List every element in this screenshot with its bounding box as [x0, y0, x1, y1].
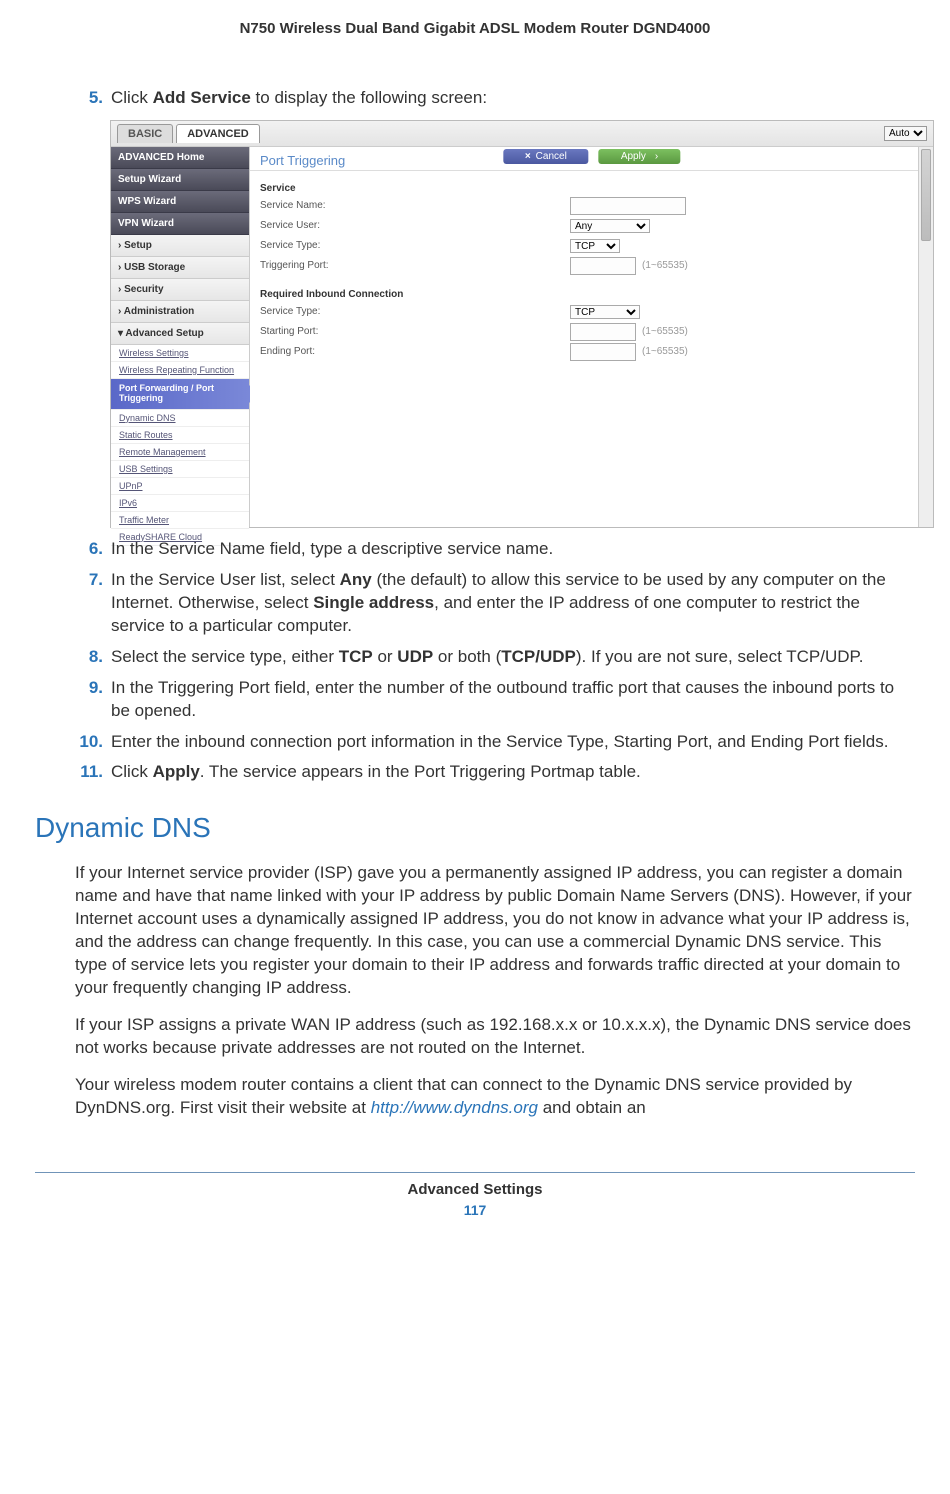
step-number: 7.: [75, 569, 103, 638]
scrollbar-thumb[interactable]: [921, 149, 931, 241]
router-screenshot: BASIC ADVANCED Auto ADVANCED Home Setup …: [110, 120, 934, 528]
step-7: 7. In the Service User list, select Any …: [75, 569, 915, 638]
step-6: 6. In the Service Name field, type a des…: [75, 538, 915, 561]
step-10: 10. Enter the inbound connection port in…: [75, 731, 915, 754]
main-panel: Port Triggering ×Cancel Apply Service Se…: [250, 147, 933, 527]
step-8: 8. Select the service type, either TCP o…: [75, 646, 915, 669]
step-number: 11.: [75, 761, 103, 784]
sidebar-sub-port-forwarding[interactable]: Port Forwarding / Port Triggering: [111, 379, 249, 410]
label-service-name: Service Name:: [260, 200, 570, 211]
step-body: Click Apply. The service appears in the …: [111, 761, 641, 784]
auto-select[interactable]: Auto: [884, 126, 927, 141]
step-number: 8.: [75, 646, 103, 669]
step-11: 11. Click Apply. The service appears in …: [75, 761, 915, 784]
section-inbound: Required Inbound Connection: [260, 289, 923, 300]
sidebar-item-usb[interactable]: › USB Storage: [111, 257, 249, 279]
step-body: In the Triggering Port field, enter the …: [111, 677, 915, 723]
sidebar-item-advanced-setup[interactable]: ▾ Advanced Setup: [111, 323, 249, 345]
ending-port-input[interactable]: [570, 343, 636, 361]
sidebar-sub-wireless-settings[interactable]: Wireless Settings: [111, 345, 249, 362]
step-body: Click Add Service to display the followi…: [111, 87, 487, 110]
paragraph: If your ISP assigns a private WAN IP add…: [75, 1014, 915, 1060]
tab-advanced[interactable]: ADVANCED: [176, 124, 260, 143]
bold: Add Service: [153, 88, 251, 107]
service-type-select[interactable]: TCP: [570, 239, 620, 253]
topbar: BASIC ADVANCED Auto: [111, 121, 933, 147]
arrow-icon: [651, 151, 658, 162]
port-hint: (1~65535): [642, 326, 688, 337]
inbound-type-select[interactable]: TCP: [570, 305, 640, 319]
label-triggering-port: Triggering Port:: [260, 260, 570, 271]
sidebar: ADVANCED Home Setup Wizard WPS Wizard VP…: [111, 147, 250, 527]
step-number: 6.: [75, 538, 103, 561]
step-number: 9.: [75, 677, 103, 723]
sidebar-item-admin[interactable]: › Administration: [111, 301, 249, 323]
sidebar-sub-traffic-meter[interactable]: Traffic Meter: [111, 512, 249, 529]
paragraph: Your wireless modem router contains a cl…: [75, 1074, 915, 1120]
sidebar-item-vpn-wizard[interactable]: VPN Wizard: [111, 213, 249, 235]
triggering-port-input[interactable]: [570, 257, 636, 275]
page-number: 117: [0, 1198, 950, 1228]
label-inbound-type: Service Type:: [260, 306, 570, 317]
sidebar-item-home[interactable]: ADVANCED Home: [111, 147, 249, 169]
service-name-input[interactable]: [570, 197, 686, 215]
step-body: Select the service type, either TCP or U…: [111, 646, 863, 669]
label-service-user: Service User:: [260, 220, 570, 231]
port-hint: (1~65535): [642, 346, 688, 357]
sidebar-sub-usb-settings[interactable]: USB Settings: [111, 461, 249, 478]
cancel-button[interactable]: ×Cancel: [503, 149, 589, 164]
footer-section: Advanced Settings: [0, 1173, 950, 1198]
sidebar-sub-static-routes[interactable]: Static Routes: [111, 427, 249, 444]
apply-button[interactable]: Apply: [599, 149, 680, 164]
sidebar-sub-wireless-repeating[interactable]: Wireless Repeating Function: [111, 362, 249, 379]
step-9: 9. In the Triggering Port field, enter t…: [75, 677, 915, 723]
port-hint: (1~65535): [642, 260, 688, 271]
step-number: 5.: [75, 87, 103, 110]
label-starting-port: Starting Port:: [260, 326, 570, 337]
step-5: 5. Click Add Service to display the foll…: [75, 87, 915, 110]
service-user-select[interactable]: Any: [570, 219, 650, 233]
sidebar-item-setup-wizard[interactable]: Setup Wizard: [111, 169, 249, 191]
dyndns-link[interactable]: http://www.dyndns.org: [371, 1098, 538, 1117]
sidebar-item-setup[interactable]: › Setup: [111, 235, 249, 257]
starting-port-input[interactable]: [570, 323, 636, 341]
sidebar-sub-dynamic-dns[interactable]: Dynamic DNS: [111, 410, 249, 427]
step-number: 10.: [75, 731, 103, 754]
text: and obtain an: [538, 1098, 646, 1117]
heading-dynamic-dns: Dynamic DNS: [35, 812, 915, 844]
sidebar-sub-remote-mgmt[interactable]: Remote Management: [111, 444, 249, 461]
sidebar-item-security[interactable]: › Security: [111, 279, 249, 301]
label-ending-port: Ending Port:: [260, 346, 570, 357]
section-service: Service: [260, 183, 923, 194]
close-icon: ×: [525, 151, 531, 162]
sidebar-item-wps-wizard[interactable]: WPS Wizard: [111, 191, 249, 213]
label-service-type: Service Type:: [260, 240, 570, 251]
sidebar-sub-ipv6[interactable]: IPv6: [111, 495, 249, 512]
text: Click: [111, 88, 153, 107]
text: to display the following screen:: [251, 88, 487, 107]
step-body: Enter the inbound connection port inform…: [111, 731, 888, 754]
paragraph: If your Internet service provider (ISP) …: [75, 862, 915, 1000]
step-body: In the Service User list, select Any (th…: [111, 569, 915, 638]
step-body: In the Service Name field, type a descri…: [111, 538, 553, 561]
sidebar-sub-upnp[interactable]: UPnP: [111, 478, 249, 495]
tab-basic[interactable]: BASIC: [117, 124, 173, 143]
page-header: N750 Wireless Dual Band Gigabit ADSL Mod…: [35, 20, 915, 37]
scrollbar[interactable]: [918, 147, 933, 527]
